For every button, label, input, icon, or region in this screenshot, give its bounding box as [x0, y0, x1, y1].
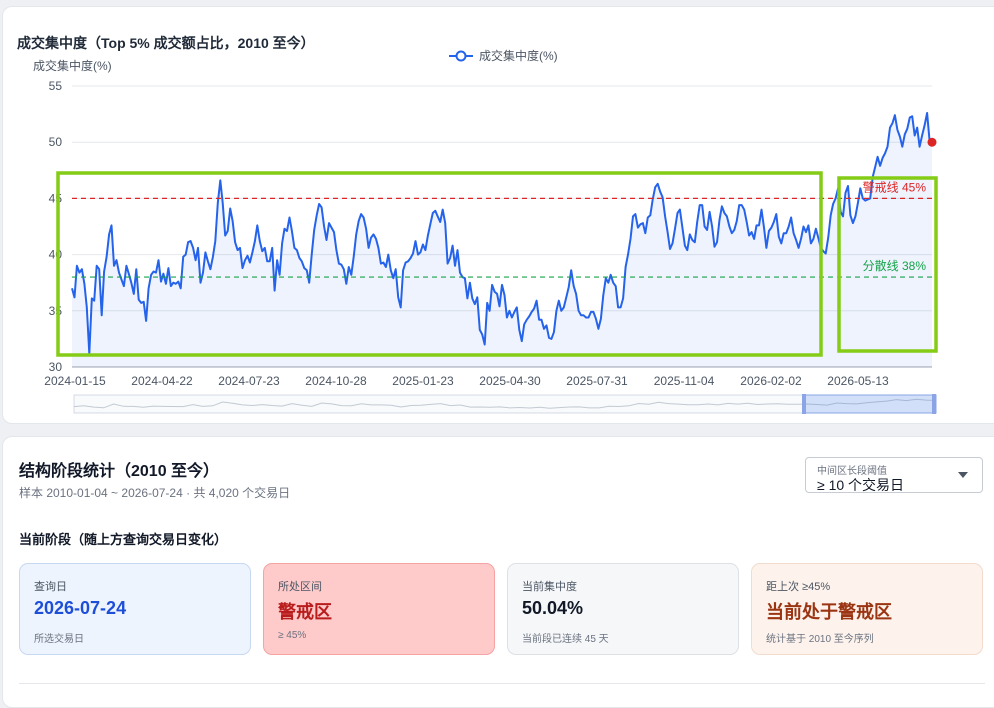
- x-tick-label: 2025-04-30: [479, 374, 541, 388]
- stat-box-concentration: 当前集中度 50.04% 当前段已连续 45 天: [507, 563, 739, 655]
- stat-value: 2026-07-24: [34, 598, 127, 618]
- last-point-marker: [927, 137, 937, 147]
- zoom-slider-handle-right: [932, 394, 936, 414]
- y-tick-label: 35: [49, 304, 63, 318]
- stat-key: 当前集中度: [522, 581, 577, 593]
- stat-value: 警戒区: [278, 602, 332, 622]
- reference-line-label: 分散线 38%: [863, 258, 927, 273]
- x-tick-label: 2024-10-28: [305, 374, 367, 388]
- threshold-select[interactable]: 中间区长段阈值 ≥ 10 个交易日: [805, 457, 983, 493]
- stat-key: 所处区间: [278, 581, 322, 593]
- stat-note: ≥ 45%: [278, 630, 307, 641]
- zoom-slider-handle-left: [802, 394, 806, 414]
- stats-title: 结构阶段统计（2010 至今）: [19, 463, 220, 480]
- threshold-select-value: ≥ 10 个交易日: [817, 477, 905, 493]
- stat-key: 距上次 ≥45%: [766, 581, 831, 593]
- stat-note: 所选交易日: [34, 634, 84, 645]
- y-tick-label: 30: [49, 360, 63, 374]
- line-chart[interactable]: 30 35 40 45 50 55 2024-01-15 2024-04-22 2024-07-…: [0, 0, 994, 430]
- x-tick-label: 2025-01-23: [392, 374, 454, 388]
- x-tick-label: 2024-07-23: [218, 374, 280, 388]
- x-tick-label: 2026-02-02: [740, 374, 802, 388]
- divider: [19, 683, 985, 684]
- section-label: 当前阶段（随上方查询交易日变化）: [19, 532, 228, 547]
- x-tick-label: 2026-05-13: [827, 374, 889, 388]
- x-tick-label: 2025-07-31: [566, 374, 628, 388]
- stats-subtitle: 样本 2010-01-04 ~ 2026-07-24 · 共 4,020 个交易…: [19, 486, 291, 500]
- stat-value: 50.04%: [522, 598, 584, 618]
- series-area: [72, 113, 932, 367]
- stats-card: 结构阶段统计（2010 至今） 样本 2010-01-04 ~ 2026-07-…: [2, 436, 994, 708]
- x-tick-label: 2025-11-04: [654, 374, 715, 388]
- stat-box-since-last: 距上次 ≥45% 当前处于警戒区 统计基于 2010 至今序列: [751, 563, 983, 655]
- y-tick-label: 40: [49, 248, 63, 262]
- stat-note: 统计基于 2010 至今序列: [766, 634, 874, 645]
- stat-value: 当前处于警戒区: [766, 602, 892, 622]
- y-tick-label: 55: [49, 79, 63, 93]
- x-tick-label: 2024-04-22: [131, 374, 193, 388]
- y-tick-label: 50: [49, 135, 63, 149]
- x-tick-label: 2024-01-15: [44, 374, 106, 388]
- stat-box-zone: 所处区间 警戒区 ≥ 45%: [263, 563, 495, 655]
- stat-note: 当前段已连续 45 天: [522, 634, 609, 645]
- chevron-down-icon: [958, 472, 968, 478]
- stat-key: 查询日: [34, 581, 67, 593]
- reference-line-label: 警戒线 45%: [863, 179, 927, 194]
- zoom-slider-window: [803, 394, 937, 414]
- y-tick-label: 45: [49, 191, 63, 205]
- stat-box-query-date: 查询日 2026-07-24 所选交易日: [19, 563, 251, 655]
